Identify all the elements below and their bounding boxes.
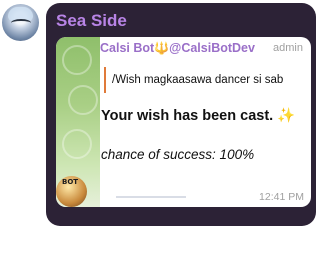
user-avatar[interactable] — [2, 4, 39, 41]
pattern-circle — [68, 85, 98, 115]
reply-quote[interactable]: /Wish magkaasawa dancer si sab — [104, 67, 308, 93]
bot-avatar[interactable]: BOT — [56, 176, 87, 207]
avatar-glasses — [11, 19, 31, 27]
chance-text: chance of success: 100% — [101, 147, 255, 162]
sender-name[interactable]: Calsi Bot — [100, 41, 154, 55]
result-line: Your wish has been cast. ✨ — [101, 107, 295, 124]
sender-handle[interactable]: @CalsiBotDev — [169, 41, 255, 55]
bot-avatar-label: BOT — [62, 178, 79, 186]
reply-text: /Wish magkaasawa dancer si sab — [112, 74, 284, 86]
group-name[interactable]: Sea Side — [56, 11, 127, 31]
divider — [116, 196, 186, 198]
sender-line[interactable]: Calsi Bot🔱@CalsiBotDev — [100, 41, 255, 55]
pattern-circle — [62, 129, 92, 159]
result-text: Your wish has been cast. — [101, 108, 274, 124]
pattern-circle — [62, 45, 92, 75]
message-bubble[interactable]: BOT Calsi Bot🔱@CalsiBotDev admin /Wish m… — [56, 37, 311, 207]
trident-icon: 🔱 — [154, 41, 170, 55]
message-time: 12:41 PM — [259, 191, 304, 203]
sparkles-icon: ✨ — [277, 108, 296, 124]
admin-badge: admin — [273, 42, 303, 54]
